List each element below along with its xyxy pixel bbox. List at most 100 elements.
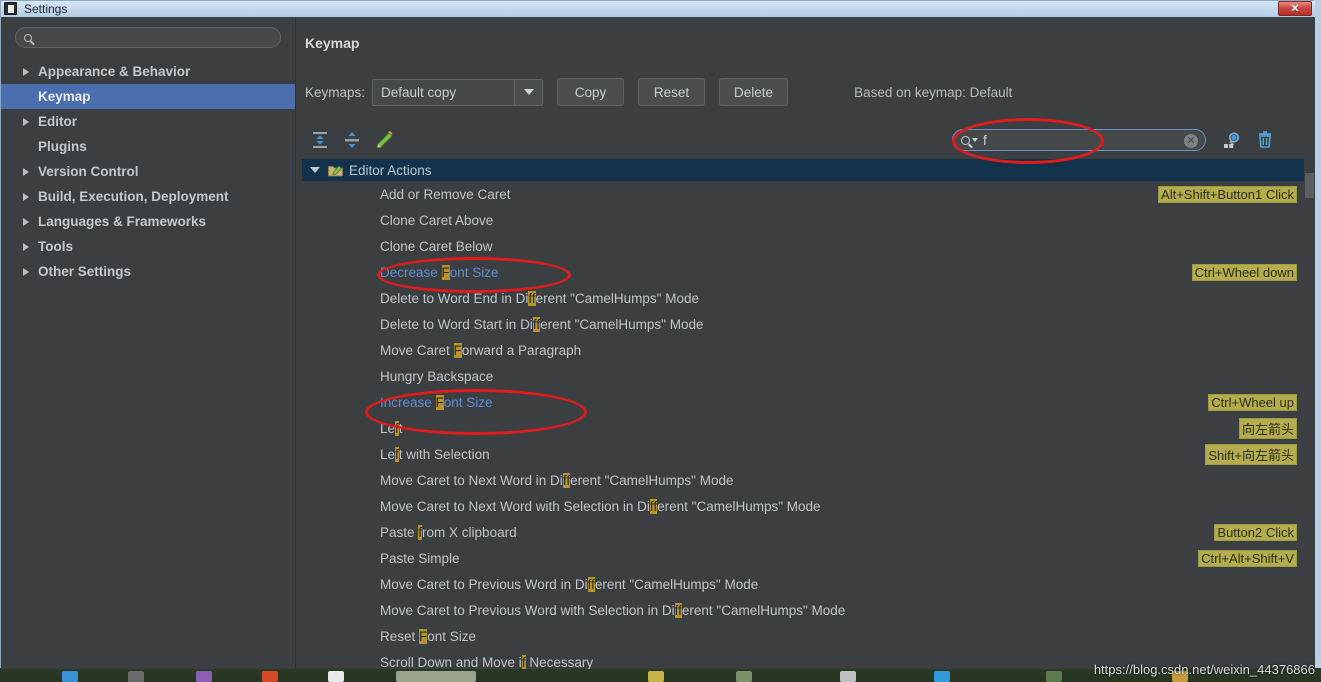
sidebar-item-build-execution-deployment[interactable]: Build, Execution, Deployment (1, 184, 295, 209)
sidebar-item-label: Editor (38, 114, 77, 129)
table-row[interactable]: Move Caret to Previous Word with Selecti… (302, 597, 1307, 623)
taskbar-icon[interactable] (196, 671, 212, 682)
match-highlight: F (435, 394, 444, 410)
sidebar-item-appearance-behavior[interactable]: Appearance & Behavior (1, 59, 295, 84)
chevron-down-icon[interactable] (310, 167, 320, 173)
taskbar-icon[interactable] (396, 671, 476, 682)
chevron-right-icon[interactable] (23, 117, 29, 126)
taskbar-icon[interactable] (648, 671, 664, 682)
taskbar-icon[interactable] (736, 671, 752, 682)
list-scrollbar[interactable] (1304, 159, 1315, 669)
taskbar-icon[interactable] (840, 671, 856, 682)
action-name-suffix: erent "CamelHumps" Mode (535, 290, 699, 306)
action-name-suffix: ont Size (443, 394, 493, 410)
action-name-prefix: Hungry Backspace (380, 368, 494, 384)
delete-button[interactable]: Delete (719, 78, 789, 106)
taskbar-icon[interactable] (128, 671, 144, 682)
table-row[interactable]: Add or Remove Caret Alt+Shift+Button1 Cli… (302, 181, 1307, 207)
sidebar-search-wrap (1, 17, 295, 48)
action-name-prefix: Move Caret to Previous Word in Di (380, 576, 588, 592)
taskbar-icon[interactable] (62, 671, 78, 682)
sidebar-item-plugins[interactable]: Plugins (1, 134, 295, 159)
table-row[interactable]: Left 向左箭头 (302, 415, 1307, 441)
action-name-suffix: erent "CamelHumps" Mode (570, 472, 734, 488)
settings-window: Settings ✕ Appearance & Behavior Keymap Ed… (0, 0, 1315, 669)
match-highlight: ff (587, 576, 595, 592)
trash-icon[interactable] (1254, 129, 1276, 151)
table-row[interactable]: Left with Selection Shift+向左箭头 (302, 441, 1307, 467)
keymap-panel: Keymap Keymaps: Default copy Copy Reset … (296, 17, 1315, 669)
sidebar-item-keymap[interactable]: Keymap (1, 84, 295, 109)
taskbar-icon[interactable] (262, 671, 278, 682)
page-title: Keymap (305, 35, 360, 51)
search-input[interactable] (38, 30, 280, 45)
table-row[interactable]: Delete to Word End in Different "CamelHu… (302, 285, 1307, 311)
pencil-edit-icon[interactable] (373, 130, 395, 150)
table-row[interactable]: Paste from X clipboard Button2 Click (302, 519, 1307, 545)
keymaps-toolbar-row: Keymaps: Default copy Copy Reset Delete … (305, 77, 1012, 107)
action-name-prefix: Clone Caret Below (380, 238, 493, 254)
chevron-right-icon[interactable] (23, 167, 29, 176)
window-titlebar[interactable]: Settings ✕ (1, 1, 1315, 17)
shortcut-badge: Ctrl+Alt+Shift+V (1198, 549, 1297, 567)
settings-sidebar: Appearance & Behavior Keymap Editor Plugins… (1, 17, 296, 669)
table-row[interactable]: Delete to Word Start in Different "Camel… (302, 311, 1307, 337)
chevron-right-icon[interactable] (23, 67, 29, 76)
chevron-right-icon[interactable] (23, 242, 29, 251)
editor-actions-icon (328, 164, 343, 177)
watermark-text: https://blog.csdn.net/weixin_44376866 (1093, 662, 1315, 677)
table-row[interactable]: Hungry Backspace (302, 363, 1307, 389)
sidebar-item-other-settings[interactable]: Other Settings (1, 259, 295, 284)
taskbar-icon[interactable] (934, 671, 950, 682)
chevron-down-icon[interactable] (972, 138, 978, 142)
sidebar-item-editor[interactable]: Editor (1, 109, 295, 134)
table-row[interactable]: Move Caret to Next Word in Different "Ca… (302, 467, 1307, 493)
reset-button[interactable]: Reset (638, 78, 706, 106)
sidebar-item-version-control[interactable]: Version Control (1, 159, 295, 184)
shortcut-badge: 向左箭头 (1238, 417, 1297, 439)
sidebar-item-label: Other Settings (38, 264, 132, 279)
table-row[interactable]: Clone Caret Below (302, 233, 1307, 259)
chevron-right-icon[interactable] (23, 267, 29, 276)
collapse-all-icon[interactable] (341, 130, 363, 150)
action-name-prefix: Move Caret to Previous Word with Selecti… (380, 602, 675, 618)
action-name-prefix: Decrease (380, 264, 442, 280)
table-row[interactable]: Move Caret Forward a Paragraph (302, 337, 1307, 363)
clear-icon[interactable]: ✕ (1184, 134, 1198, 148)
table-row[interactable]: Move Caret to Next Word with Selection i… (302, 493, 1307, 519)
keymaps-label: Keymaps: (305, 84, 366, 100)
list-scrollbar-thumb[interactable] (1305, 173, 1314, 198)
table-row[interactable]: Decrease Font Size Ctrl+Wheel down (302, 259, 1307, 285)
taskbar-icon[interactable] (1046, 671, 1062, 682)
sidebar-item-languages-frameworks[interactable]: Languages & Frameworks (1, 209, 295, 234)
action-name-prefix: Move Caret to Next Word with Selection i… (380, 498, 650, 514)
table-row[interactable]: Paste Simple Ctrl+Alt+Shift+V (302, 545, 1307, 571)
taskbar-icon[interactable] (328, 671, 344, 682)
sidebar-search-box[interactable] (15, 27, 281, 48)
match-highlight: ff (562, 472, 571, 488)
chevron-right-icon[interactable] (23, 192, 29, 201)
expand-all-icon[interactable] (309, 130, 331, 150)
table-row[interactable]: Move Caret to Previous Word in Different… (302, 571, 1307, 597)
chevron-down-icon[interactable] (514, 79, 543, 105)
keymap-select[interactable]: Default copy (372, 78, 544, 106)
action-name-suffix: ont Size (427, 628, 477, 644)
tree-group-editor-actions[interactable]: Editor Actions (302, 159, 1307, 181)
chevron-right-icon[interactable] (23, 217, 29, 226)
action-name: Move Caret to Previous Word in Different… (380, 576, 758, 592)
close-icon[interactable]: ✕ (1278, 1, 1312, 16)
table-row[interactable]: Reset Font Size (302, 623, 1307, 649)
copy-button[interactable]: Copy (557, 78, 625, 106)
action-name: Delete to Word Start in Different "Camel… (380, 316, 704, 332)
table-row[interactable]: Clone Caret Above (302, 207, 1307, 233)
table-row[interactable]: Increase Font Size Ctrl+Wheel up (302, 389, 1307, 415)
action-name: Move Caret to Previous Word with Selecti… (380, 602, 845, 618)
keymap-filter-field[interactable]: f ✕ (952, 129, 1206, 151)
keymap-action-list[interactable]: Editor Actions Add or Remove Caret Alt+Sh… (302, 159, 1307, 669)
sidebar-item-tools[interactable]: Tools (1, 234, 295, 259)
action-name-suffix: erent "CamelHumps" Mode (540, 316, 704, 332)
find-by-shortcut-icon[interactable] (1221, 129, 1243, 151)
search-icon (24, 33, 32, 42)
action-name-suffix: ont Size (449, 264, 499, 280)
